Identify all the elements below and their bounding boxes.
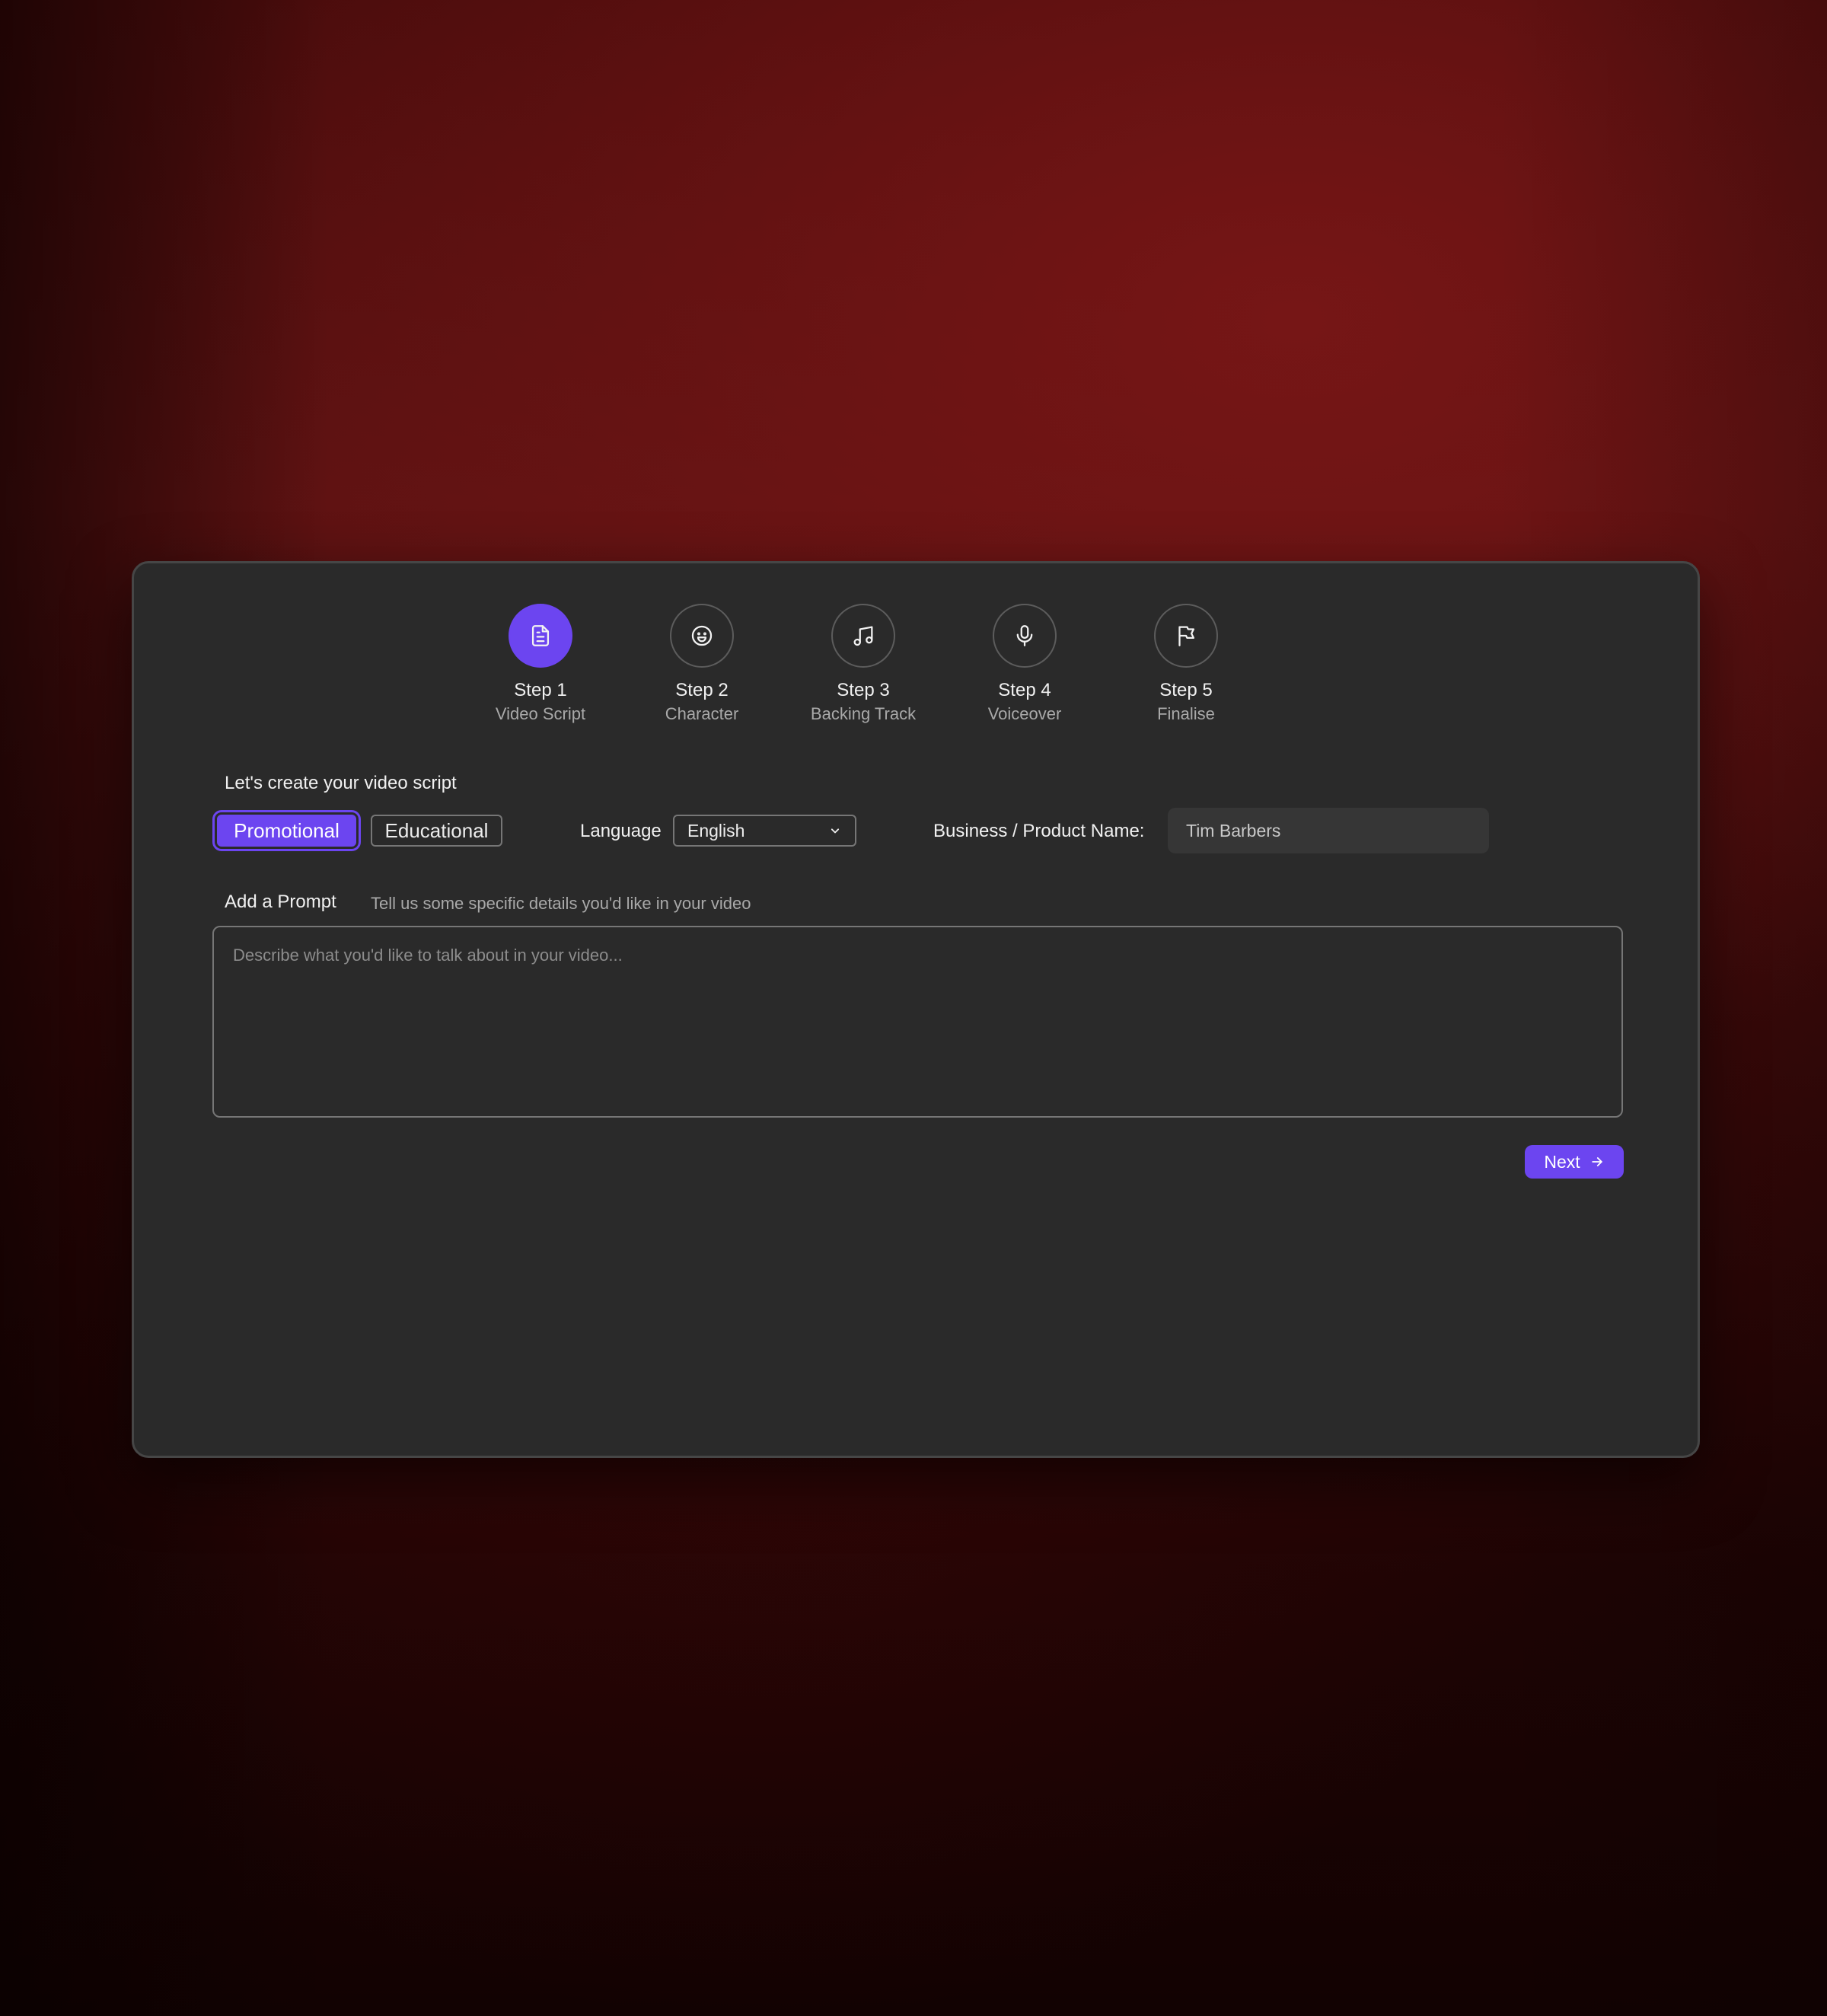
- step-5[interactable]: Step 5 Finalise: [1110, 604, 1262, 726]
- step-5-subtitle: Finalise: [1157, 704, 1215, 723]
- prompt-label: Add a Prompt: [225, 892, 336, 912]
- language-select[interactable]: English: [673, 815, 856, 847]
- prompt-textarea[interactable]: [212, 926, 1623, 1118]
- step-4-title: Step 4: [998, 680, 1051, 700]
- educational-button[interactable]: Educational: [371, 815, 502, 847]
- step-1-subtitle: Video Script: [495, 704, 586, 723]
- step-4[interactable]: Step 4 Voiceover: [949, 604, 1101, 726]
- step-3-title: Step 3: [837, 680, 890, 700]
- step-1[interactable]: Step 1 Video Script: [464, 604, 617, 726]
- intro-label: Let's create your video script: [225, 773, 457, 793]
- flag-icon: [1178, 626, 1195, 646]
- microphone-icon: [1016, 625, 1033, 646]
- step-1-title: Step 1: [514, 680, 567, 700]
- language-value: English: [687, 820, 745, 841]
- next-button-label: Next: [1544, 1151, 1580, 1172]
- prompt-hint: Tell us some specific details you'd like…: [371, 894, 751, 913]
- step-2-title: Step 2: [675, 680, 729, 700]
- step-2[interactable]: Step 2 Character: [626, 604, 778, 726]
- step-5-title: Step 5: [1159, 680, 1213, 700]
- step-5-circle[interactable]: [1154, 604, 1218, 668]
- step-3[interactable]: Step 3 Backing Track: [787, 604, 939, 726]
- arrow-right-icon: [1591, 1157, 1602, 1166]
- chevron-down-icon: [831, 828, 840, 834]
- step-3-subtitle: Backing Track: [810, 704, 917, 723]
- smiley-face-icon: [691, 625, 713, 646]
- wizard-card: Step 1 Video Script Step 2 Character Ste…: [132, 561, 1700, 1458]
- document-icon: [531, 625, 550, 646]
- step-4-subtitle: Voiceover: [987, 704, 1062, 723]
- business-name-label: Business / Product Name:: [933, 821, 1145, 841]
- step-4-circle[interactable]: [993, 604, 1057, 668]
- step-2-circle[interactable]: [670, 604, 734, 668]
- language-label: Language: [580, 821, 662, 841]
- step-2-subtitle: Character: [665, 704, 739, 723]
- promotional-button[interactable]: Promotional: [217, 815, 356, 847]
- business-name-input[interactable]: [1168, 808, 1489, 853]
- step-3-circle[interactable]: [831, 604, 895, 668]
- step-1-circle[interactable]: [509, 604, 572, 668]
- music-note-icon: [853, 626, 873, 646]
- next-button[interactable]: Next: [1525, 1145, 1624, 1179]
